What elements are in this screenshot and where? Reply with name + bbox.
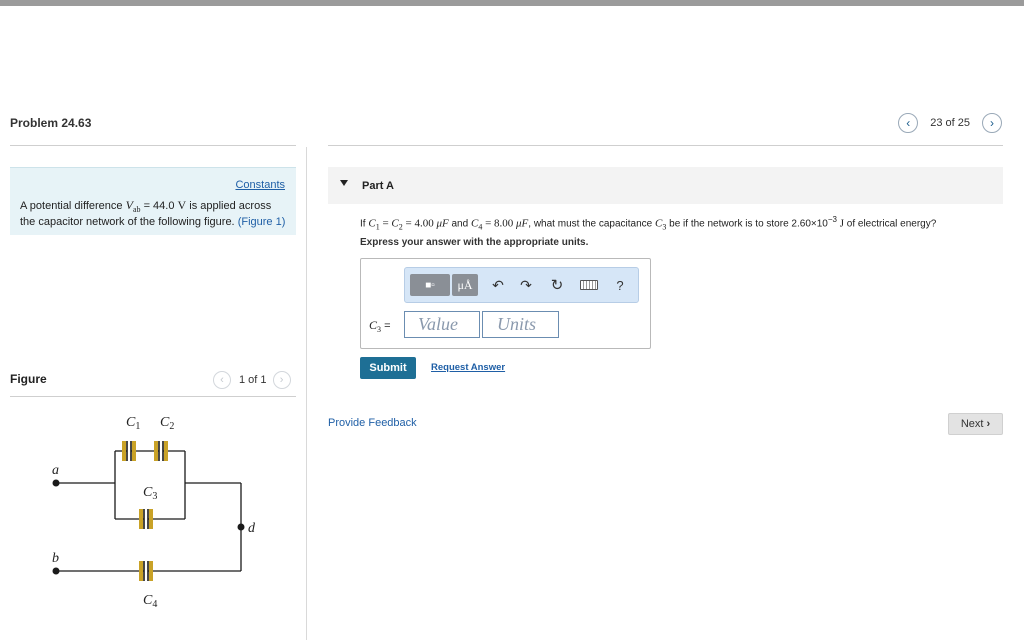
undo-button[interactable]: ↶ — [489, 274, 507, 296]
answer-label: C3 = — [369, 318, 391, 335]
capacitor-plate-lines — [126, 441, 164, 581]
undo-icon: ↶ — [492, 276, 504, 293]
chevron-right-icon: › — [279, 373, 284, 386]
divider — [10, 396, 296, 397]
keyboard-button[interactable] — [577, 274, 601, 296]
math-toolbar: ■▫ μÅ ↶ ↷ ↻ ? — [404, 267, 639, 303]
problem-title: Problem 24.63 — [10, 116, 92, 130]
units-input[interactable]: Units — [482, 311, 559, 338]
caret-down-icon — [340, 180, 348, 186]
part-a-header[interactable]: Part A — [328, 167, 1003, 204]
provide-feedback-link[interactable]: Provide Feedback — [328, 417, 417, 429]
answer-box: ■▫ μÅ ↶ ↷ ↻ ? C3 = Value Units — [360, 258, 651, 349]
label-c4: C4 — [143, 593, 157, 610]
top-bar — [0, 0, 1024, 6]
templates-button[interactable]: ■▫ — [410, 274, 450, 296]
divider — [328, 145, 1003, 146]
units-palette-button[interactable]: μÅ — [452, 274, 478, 296]
next-button[interactable]: Next › — [948, 413, 1003, 435]
chevron-left-icon: ‹ — [906, 116, 911, 130]
reset-button[interactable]: ↻ — [547, 274, 567, 296]
label-c1: C1 — [126, 415, 140, 432]
prev-figure-button[interactable]: ‹ — [213, 371, 231, 389]
problem-statement: A potential difference Vab = 44.0 V is a… — [20, 198, 286, 229]
redo-icon: ↷ — [520, 276, 532, 293]
label-d: d — [248, 521, 256, 536]
constants-link[interactable]: Constants — [235, 179, 285, 191]
next-problem-button[interactable]: › — [982, 113, 1002, 133]
column-divider — [306, 147, 307, 640]
terminal-d — [237, 523, 245, 531]
redo-button[interactable]: ↷ — [517, 274, 535, 296]
question-text: If C1 = C2 = 4.00 μF and C4 = 8.00 μF, w… — [360, 215, 937, 232]
label-b: b — [52, 551, 59, 566]
next-figure-button[interactable]: › — [272, 371, 291, 389]
divider — [10, 145, 296, 146]
terminal-a — [52, 479, 60, 487]
figure-pager: ‹ 1 of 1 › — [213, 371, 291, 389]
chevron-right-icon: › — [986, 418, 991, 430]
prev-problem-button[interactable]: ‹ — [898, 113, 919, 133]
figure-label: Figure — [10, 372, 47, 386]
submit-button[interactable]: Submit — [360, 357, 416, 379]
problem-info-box: Constants A potential difference Vab = 4… — [10, 167, 296, 235]
problem-pager: ‹ 23 of 25 › — [898, 113, 1002, 133]
label-c2: C2 — [160, 415, 174, 432]
answer-instruction: Express your answer with the appropriate… — [360, 237, 589, 248]
capacitor-circuit-diagram: C1 C2 C3 C4 a b d — [52, 415, 256, 610]
pager-text: 23 of 25 — [930, 117, 970, 129]
figure-link[interactable]: (Figure 1) — [238, 216, 286, 228]
figure-pager-text: 1 of 1 — [239, 374, 267, 386]
chevron-left-icon: ‹ — [220, 373, 224, 386]
keyboard-icon — [580, 280, 598, 290]
chevron-right-icon: › — [990, 116, 994, 130]
part-title: Part A — [362, 180, 394, 192]
value-input[interactable]: Value — [404, 311, 480, 338]
template-icon: ■▫ — [425, 279, 435, 291]
label-a: a — [52, 463, 59, 478]
label-c3: C3 — [143, 485, 157, 502]
reset-icon: ↻ — [550, 277, 564, 294]
request-answer-link[interactable]: Request Answer — [431, 362, 505, 373]
terminal-b — [52, 567, 60, 575]
capacitor-plates — [122, 441, 168, 581]
help-button[interactable]: ? — [611, 274, 629, 296]
